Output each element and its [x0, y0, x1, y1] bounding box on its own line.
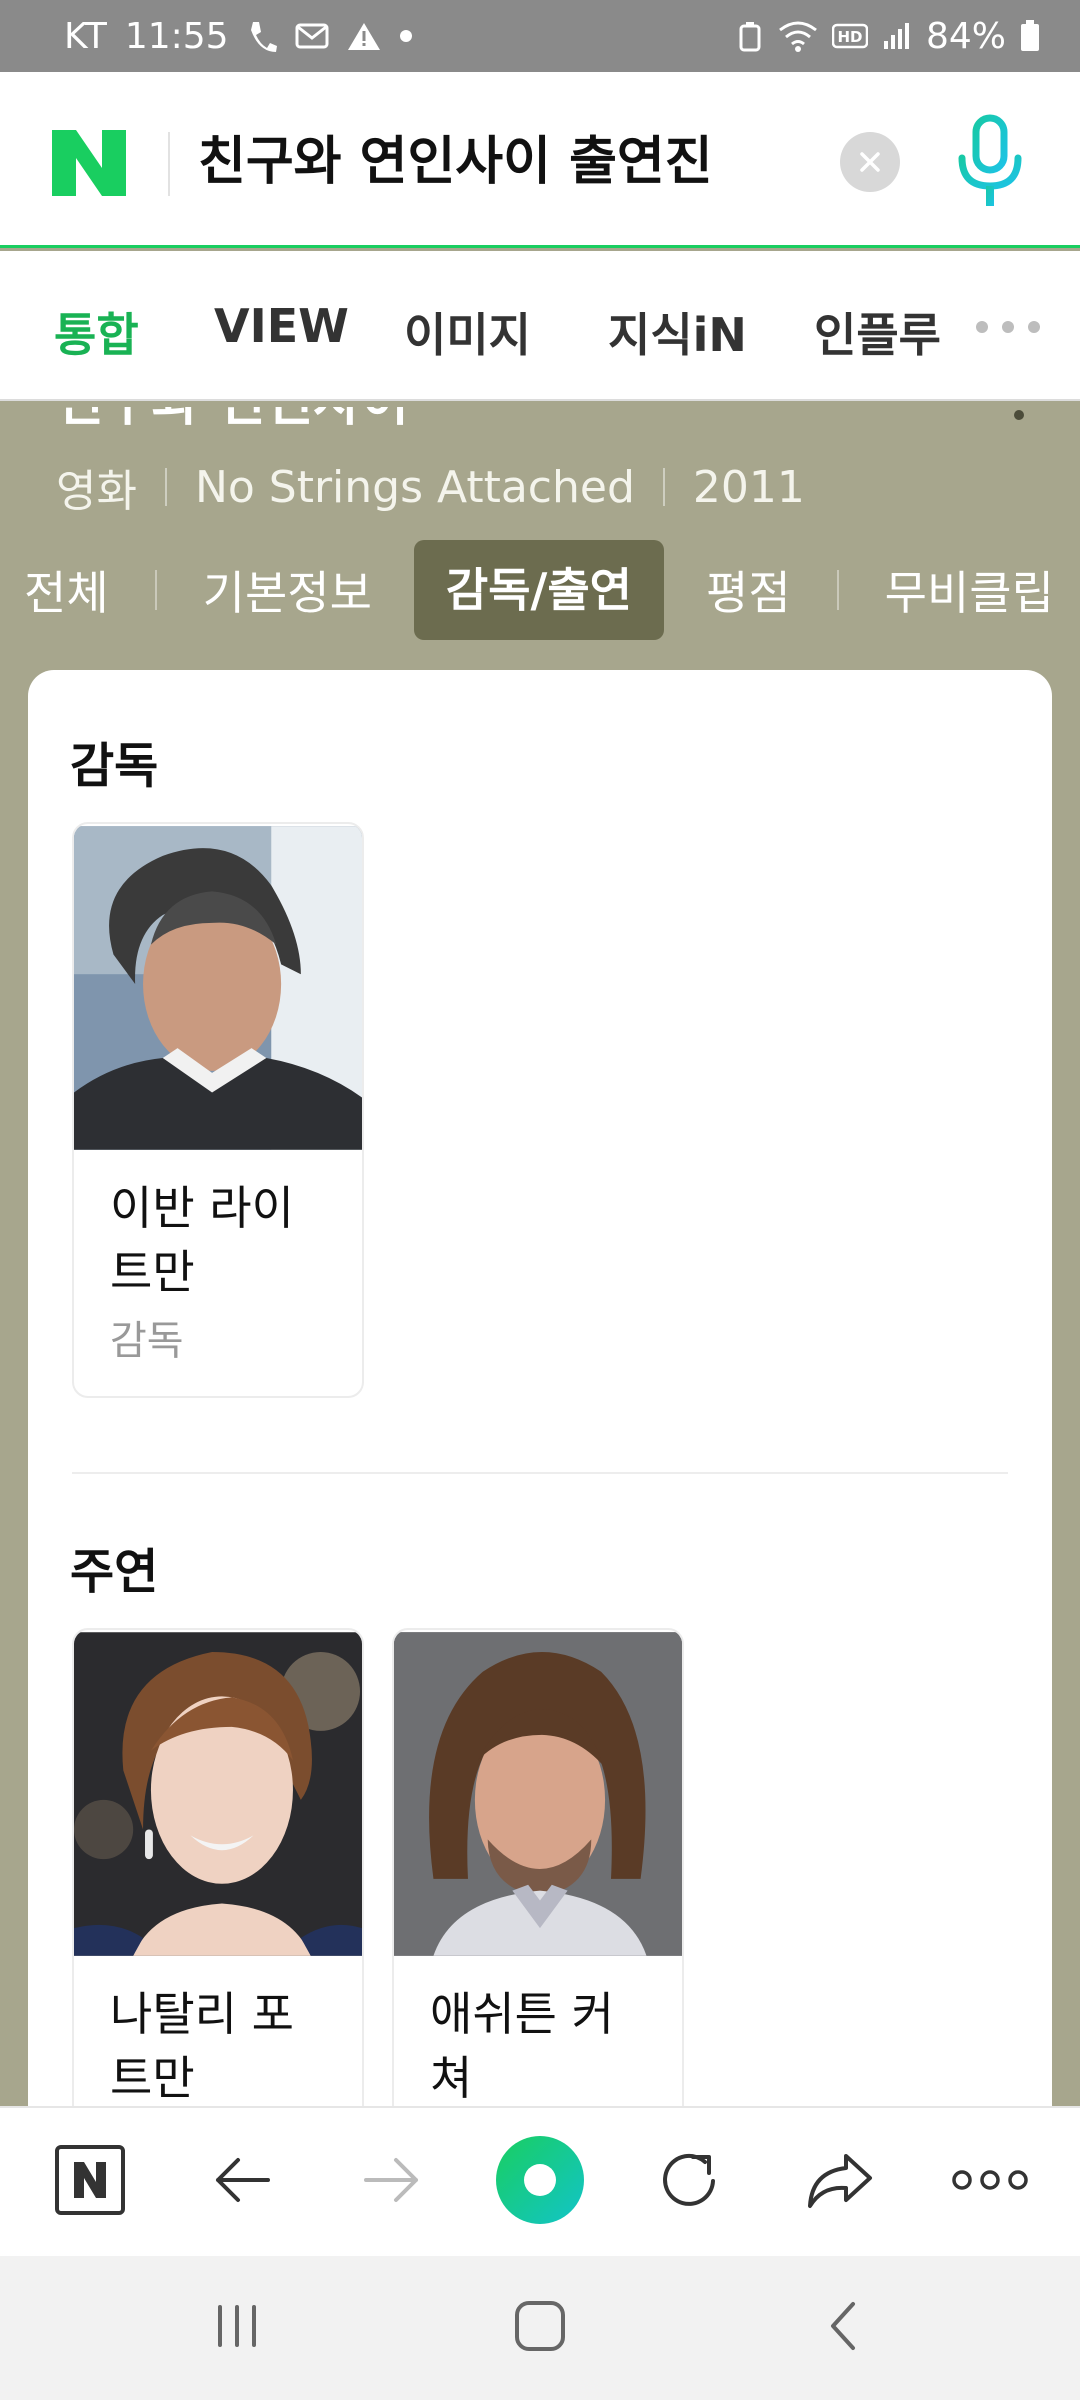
missed-call-icon — [247, 18, 277, 54]
indicator-dot — [1014, 410, 1024, 420]
refresh-button[interactable] — [640, 2130, 740, 2230]
cast-photo — [394, 1632, 682, 1956]
subtab-basic-info[interactable]: 기본정보 — [203, 557, 372, 623]
movie-subtabs: 전체 기본정보 감독/출연 평점 무비클립 — [0, 540, 1080, 640]
director-role: 감독 — [110, 1318, 184, 1364]
close-icon — [860, 152, 880, 172]
subtab-divider — [836, 570, 839, 610]
cast-photo — [74, 1632, 362, 1956]
more-tabs-icon[interactable] — [976, 321, 1040, 333]
battery-icon — [1020, 20, 1040, 52]
wifi-icon — [778, 20, 818, 52]
director-photo — [74, 826, 362, 1150]
share-button[interactable] — [790, 2130, 890, 2230]
subtab-all[interactable]: 전체 — [24, 557, 109, 623]
home-button[interactable] — [495, 2286, 585, 2366]
search-input[interactable]: 친구와 연인사이 출연진 — [198, 124, 838, 200]
more-menu-button[interactable] — [940, 2130, 1040, 2230]
tab-view[interactable]: VIEW — [214, 299, 349, 353]
recycle-icon — [736, 20, 764, 52]
cast-section-title: 주연 — [70, 1544, 159, 1600]
browser-toolbar — [0, 2106, 1080, 2256]
movie-year: 2011 — [692, 461, 805, 513]
movie-meta: 영화 No Strings Attached 2011 — [56, 455, 805, 519]
search-tabs: 통합 VIEW 이미지 지식iN 인플루 — [0, 251, 1080, 401]
subtab-movie-clip[interactable]: 무비클립 — [885, 557, 1054, 623]
signal-icon — [882, 21, 912, 51]
share-arrow-icon — [808, 2154, 872, 2208]
recent-apps-icon — [218, 2305, 256, 2347]
meta-divider — [164, 468, 167, 506]
subtab-rating[interactable]: 평점 — [706, 557, 791, 623]
tab-knowledge-in[interactable]: 지식iN — [608, 299, 747, 365]
section-divider — [72, 1472, 1008, 1474]
cast-name: 나탈리 포 트만 — [110, 1987, 294, 2105]
green-dot-icon — [496, 2136, 584, 2224]
cast-name: 애쉬튼 커 쳐 — [430, 1987, 614, 2105]
subtab-director-cast[interactable]: 감독/출연 — [413, 540, 665, 640]
subtab-divider — [154, 570, 157, 610]
tab-influencer[interactable]: 인플루 — [814, 299, 941, 365]
naver-home-button[interactable] — [40, 2130, 140, 2230]
director-name: 이반 라이 트만 — [110, 1181, 294, 1299]
notification-dot-icon — [399, 29, 413, 43]
cast-person-card[interactable]: 나탈리 포 트만 — [72, 1628, 364, 2188]
clear-search-button[interactable] — [840, 132, 900, 192]
movie-category: 영화 — [56, 466, 137, 517]
forward-button[interactable] — [342, 2130, 442, 2230]
battery-percent: 84% — [925, 15, 1006, 57]
system-nav-bar — [0, 2256, 1080, 2400]
back-button[interactable] — [192, 2130, 292, 2230]
arrow-right-icon — [364, 2158, 418, 2202]
tab-integrated[interactable]: 통합 — [54, 299, 139, 365]
refresh-icon — [663, 2153, 715, 2206]
svg-text:HD: HD — [837, 28, 862, 46]
hd-voice-icon: HD — [831, 22, 868, 50]
carrier: KT — [64, 15, 107, 57]
green-dot-button[interactable] — [490, 2130, 590, 2230]
tab-images[interactable]: 이미지 — [404, 299, 531, 365]
system-back-button[interactable] — [798, 2286, 888, 2366]
clock: 11:55 — [124, 15, 229, 57]
more-dots-icon — [952, 2170, 1028, 2190]
search-header: 친구와 연인사이 출연진 — [0, 72, 1080, 248]
home-icon — [515, 2301, 565, 2351]
naver-logo-icon[interactable] — [52, 130, 126, 196]
director-person-card[interactable]: 이반 라이 트만 감독 — [72, 822, 364, 1398]
meta-divider — [662, 468, 665, 506]
director-section-title: 감독 — [70, 738, 159, 794]
mail-icon — [295, 22, 329, 50]
status-bar: KT 11:55 HD 84% — [0, 0, 1080, 72]
voice-search-button[interactable] — [950, 112, 1030, 212]
cast-card: 감독 이반 라이 트만 감독 주연 나탈리 포 트만 애쉬튼 커 쳐 — [28, 670, 1052, 2188]
microphone-icon — [958, 114, 1022, 206]
naver-n-icon — [55, 2145, 125, 2215]
cast-person-card[interactable]: 애쉬튼 커 쳐 — [392, 1628, 684, 2188]
chevron-left-icon — [831, 2302, 855, 2350]
recent-apps-button[interactable] — [192, 2286, 282, 2366]
movie-original-title: No Strings Attached — [194, 461, 635, 513]
arrow-left-icon — [216, 2158, 270, 2202]
logo-divider — [168, 132, 170, 196]
warning-icon — [347, 21, 381, 51]
